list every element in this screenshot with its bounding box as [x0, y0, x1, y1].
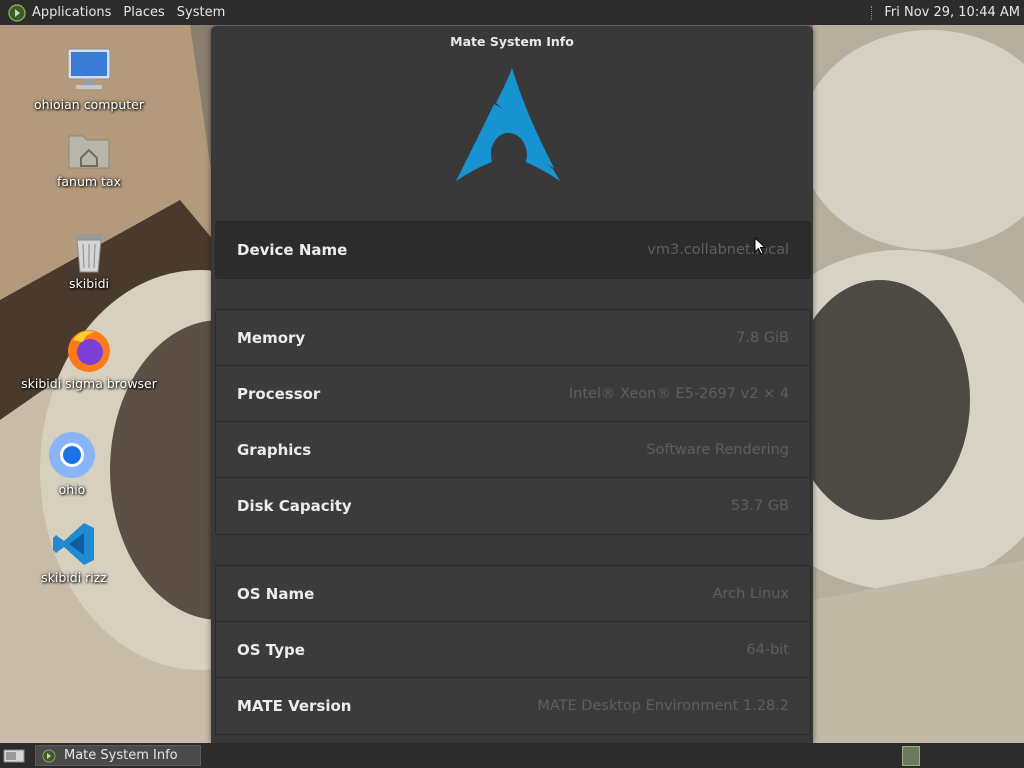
clock-applet[interactable]: Fri Nov 29, 10:44 AM [871, 0, 1024, 25]
window-titlebar[interactable]: Mate System Info [211, 26, 813, 56]
mate-app-icon [42, 749, 56, 762]
desktop-icon-computer[interactable]: ohioian computer [30, 45, 148, 112]
mate-logo-icon [8, 3, 26, 22]
firefox-icon [68, 330, 110, 372]
window-title: Mate System Info [450, 33, 574, 49]
device-name-key: Device Name [237, 241, 348, 259]
mate-version-key: MATE Version [237, 697, 352, 715]
home-folder-icon [68, 135, 110, 169]
clock-text: Fri Nov 29, 10:44 AM [884, 5, 1020, 20]
device-group: Device Name vm3.collabnet.local [215, 221, 811, 279]
desktop-icon-label: skibidi sigma browser [21, 376, 157, 391]
desktop-icon-home[interactable]: fanum tax [30, 128, 148, 189]
processor-key: Processor [237, 384, 321, 403]
processor-row: Processor Intel® Xeon® E5-2697 v2 × 4 [216, 366, 810, 422]
desktop-icon-chromium[interactable]: ohio [30, 430, 114, 497]
disk-capacity-row: Disk Capacity 53.7 GB [216, 478, 810, 534]
desktop-icon-vscode[interactable]: skibidi rizz [30, 520, 118, 585]
processor-value: Intel® Xeon® E5-2697 v2 × 4 [568, 385, 789, 402]
vscode-icon [53, 523, 94, 565]
disk-capacity-key: Disk Capacity [237, 497, 352, 515]
os-name-value: Arch Linux [712, 585, 789, 602]
system-menu[interactable]: System [171, 0, 231, 25]
os-type-key: OS Type [237, 640, 305, 659]
desktop-icon-firefox[interactable]: skibidi sigma browser [21, 326, 157, 391]
logo-area [211, 56, 813, 221]
show-desktop-icon[interactable] [3, 748, 25, 764]
arch-linux-logo-icon [456, 68, 560, 181]
mouse-cursor-icon [754, 237, 766, 255]
computer-icon [67, 48, 111, 89]
memory-row: Memory 7.8 GiB [216, 310, 810, 366]
applications-menu[interactable]: Applications [0, 0, 117, 25]
desktop-icon-label: skibidi rizz [41, 570, 107, 585]
mate-version-row: MATE Version MATE Desktop Environment 1.… [216, 678, 810, 734]
disk-capacity-value: 53.7 GB [730, 498, 789, 514]
desktop-icon-label: skibidi [68, 276, 110, 291]
trash-icon [75, 234, 103, 273]
graphics-value: Software Rendering [646, 441, 789, 458]
graphics-row: Graphics Software Rendering [216, 422, 810, 478]
hardware-group: Memory 7.8 GiB Processor Intel® Xeon® E5… [215, 309, 811, 535]
system-menu-label: System [176, 5, 226, 20]
os-name-row: OS Name Arch Linux [216, 566, 810, 622]
workspace-switcher[interactable] [902, 745, 920, 766]
desktop-icon-trash[interactable]: skibidi [30, 228, 148, 291]
bottom-panel: Mate System Info [0, 743, 1024, 768]
desktop-icon-label: fanum tax [56, 174, 121, 189]
applications-menu-label: Applications [32, 5, 112, 20]
places-menu[interactable]: Places [117, 0, 170, 25]
taskbar-button-label: Mate System Info [64, 748, 178, 763]
device-name-row: Device Name vm3.collabnet.local [216, 222, 810, 278]
mate-version-value: MATE Desktop Environment 1.28.2 [537, 698, 789, 714]
device-name-value[interactable]: vm3.collabnet.local [647, 242, 789, 258]
taskbar-button-system-info[interactable]: Mate System Info [35, 745, 201, 766]
os-name-key: OS Name [237, 584, 315, 603]
desktop-icon-label: ohio [58, 482, 86, 497]
chromium-icon [49, 432, 95, 478]
memory-value: 7.8 GiB [736, 329, 789, 346]
places-menu-label: Places [123, 5, 165, 20]
os-type-row: OS Type 64-bit [216, 622, 810, 678]
panel-separator [871, 5, 874, 20]
software-group: OS Name Arch Linux OS Type 64-bit MATE V… [215, 565, 811, 735]
os-type-value: 64-bit [746, 641, 789, 658]
top-panel: Applications Places System Fri Nov 29, 1… [0, 0, 1024, 25]
graphics-key: Graphics [237, 440, 312, 459]
memory-key: Memory [237, 328, 306, 347]
system-info-window: Mate System Info Device Name vm3.collabn… [211, 26, 813, 743]
desktop-icon-label: ohioian computer [33, 97, 144, 112]
